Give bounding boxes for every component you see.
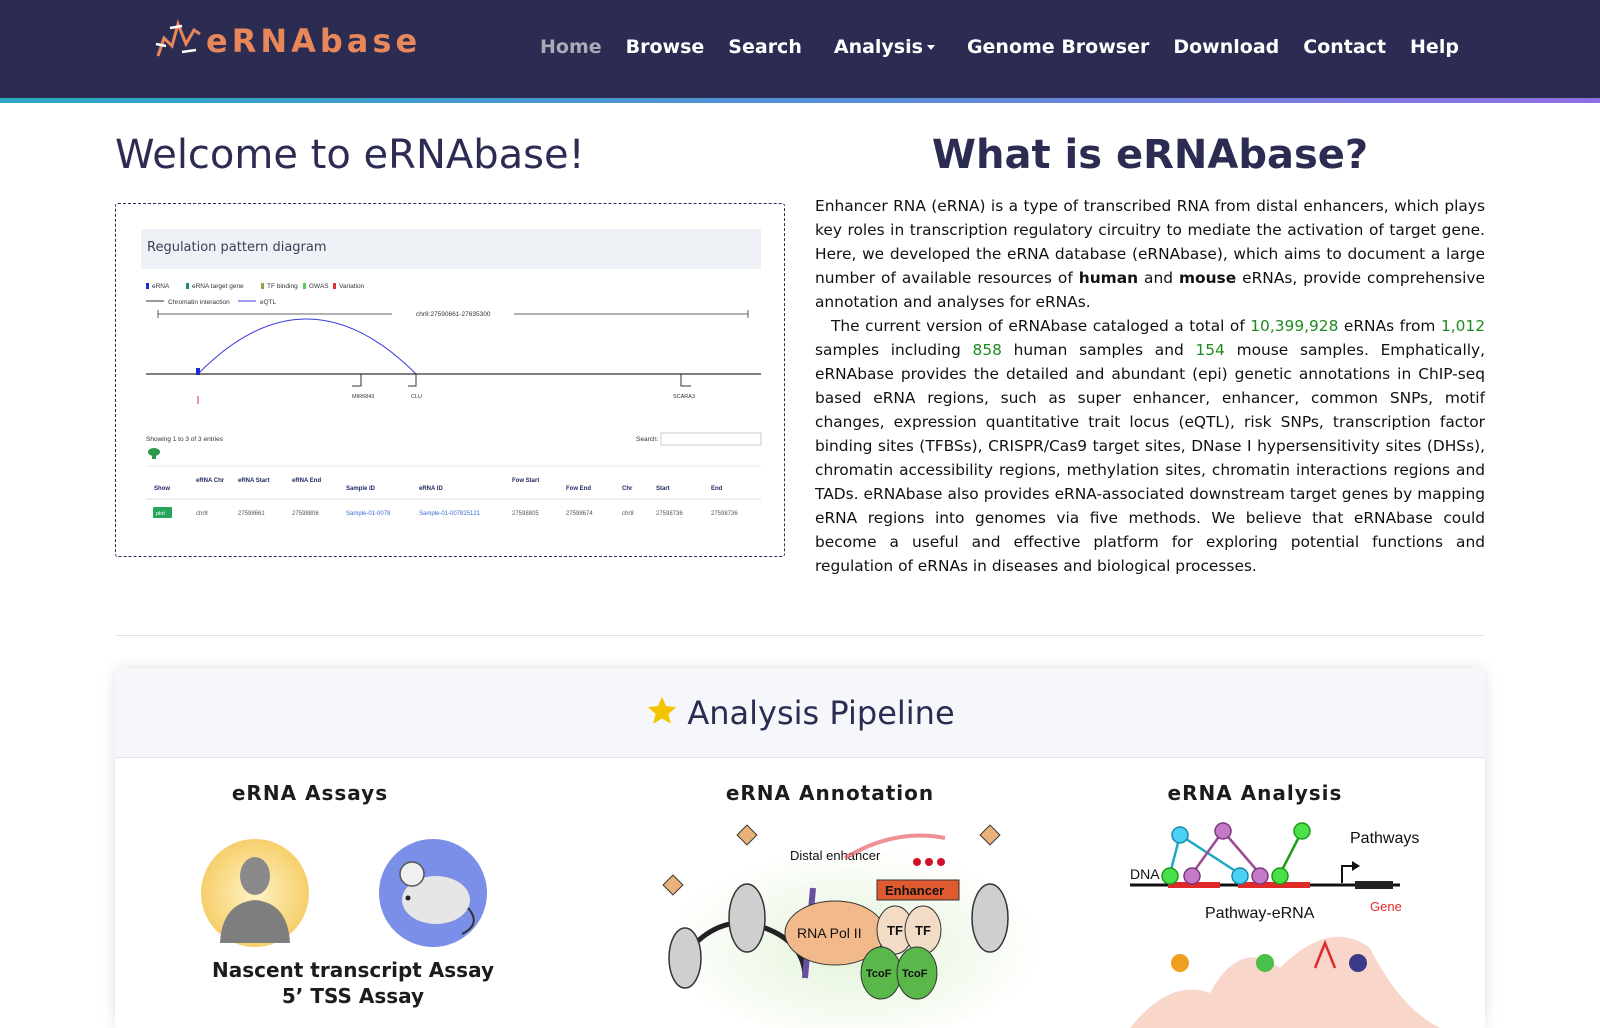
- legend-tf-binding: TF binding: [267, 283, 298, 290]
- th-erna-id: eRNA ID: [419, 486, 443, 492]
- label-gene: Gene: [1370, 899, 1402, 914]
- td-fow-end: 27598674: [566, 511, 593, 517]
- label-pathway-erna: Pathway-eRNA: [1205, 905, 1315, 922]
- star-icon: [648, 696, 677, 724]
- top-navbar: eRNAbase Home Browse Search Analysis Gen…: [0, 0, 1600, 98]
- nav-contact[interactable]: Contact: [1303, 36, 1386, 58]
- col-title-analysis: eRNA Analysis: [1167, 781, 1343, 805]
- label-tf-2: TF: [915, 923, 931, 938]
- label-pathways: Pathways: [1350, 830, 1419, 847]
- col-title-annotation: eRNA Annotation: [725, 781, 935, 805]
- showing-entries-text: Showing 1 to 3 of 3 entries: [146, 436, 224, 443]
- legend-gwas: GWAS: [309, 283, 329, 290]
- nav-search[interactable]: Search: [728, 36, 802, 58]
- label-tf-1: TF: [887, 923, 903, 938]
- total-erna-count: 10,399,928: [1250, 317, 1339, 335]
- td-erna-end: 27598806: [292, 511, 319, 517]
- human-icon: [201, 839, 309, 947]
- th-show: Show: [154, 486, 170, 492]
- th-fow-start: Fow Start: [512, 478, 539, 484]
- coord-label: chr8:27590661-27635300: [416, 311, 491, 318]
- legend-target-gene: eRNA target gene: [192, 283, 244, 290]
- pipeline-title: Analysis Pipeline: [115, 694, 1485, 732]
- what-title: What is eRNAbase?: [931, 132, 1369, 178]
- th-start: Start: [656, 486, 670, 492]
- plot-button-label: plot: [156, 511, 165, 517]
- nav-analysis-dropdown[interactable]: Analysis: [834, 36, 935, 58]
- nav-genome-browser[interactable]: Genome Browser: [967, 36, 1149, 58]
- welcome-title: Welcome to eRNAbase!: [115, 132, 585, 178]
- th-erna-start: eRNA Start: [238, 478, 269, 484]
- what-description: Enhancer RNA (eRNA) is a type of transcr…: [815, 194, 1485, 578]
- description-paragraph-2: The current version of eRNAbase cataloge…: [815, 317, 1485, 575]
- nav-browse[interactable]: Browse: [626, 36, 705, 58]
- td-erna-id: Sample-01-007825121: [419, 511, 481, 517]
- mouse-sample-count: 154: [1195, 341, 1225, 359]
- pipeline-card-header: Analysis Pipeline: [115, 668, 1485, 758]
- gene-label-scara3: SCARA3: [673, 394, 695, 400]
- nav-download[interactable]: Download: [1173, 36, 1279, 58]
- brand-name: eRNAbase: [206, 22, 422, 60]
- description-paragraph-1: Enhancer RNA (eRNA) is a type of transcr…: [815, 197, 1485, 311]
- td-end: 27598736: [711, 511, 738, 517]
- legend-chromatin: Chromatin interaction: [168, 299, 230, 306]
- nav-analysis-label: Analysis: [833, 36, 923, 58]
- analysis-pipeline-card: Analysis Pipeline eRNA Assays Nascent tr…: [115, 668, 1485, 1028]
- human-sample-count: 858: [972, 341, 1002, 359]
- brand-link[interactable]: eRNAbase: [152, 16, 421, 66]
- legend-eqtl: eQTL: [260, 299, 277, 306]
- th-fow-end: Fow End: [566, 486, 591, 492]
- col-title-assays: eRNA Assays: [231, 781, 389, 805]
- regulation-diagram-preview[interactable]: Regulation pattern diagram eRNA eRNA tar…: [115, 203, 785, 557]
- brand-logo-icon: [155, 19, 201, 57]
- th-chr: Chr: [622, 486, 633, 492]
- gene-label-clu: CLU: [411, 394, 422, 400]
- th-sample-id: Sample ID: [346, 486, 376, 492]
- mouse-icon: [379, 839, 487, 947]
- nav-home[interactable]: Home: [540, 36, 602, 58]
- regulation-diagram: eRNA eRNA target gene TF binding GWAS Va…: [146, 283, 762, 518]
- gene-label-mir6843: MIR6843: [352, 394, 374, 400]
- assay-nascent-text: Nascent transcript Assay: [211, 958, 494, 982]
- label-tcof-1: TcoF: [866, 968, 892, 980]
- td-chr: chr8: [622, 511, 634, 517]
- th-erna-chr: eRNA Chr: [196, 478, 225, 484]
- legend-erna: eRNA: [152, 283, 170, 290]
- label-tcof-2: TcoF: [902, 968, 928, 980]
- cloud-download-icon: [148, 448, 160, 459]
- section-divider: [115, 635, 1485, 636]
- label-enhancer: Enhancer: [885, 883, 944, 898]
- td-start: 27598736: [656, 511, 683, 517]
- legend-variation: Variation: [339, 283, 365, 290]
- table-search-input: [660, 432, 762, 446]
- navbar-accent-bar: [0, 98, 1600, 103]
- analysis-figure: DNA Pathways Pathway-eRNA Gene: [1130, 822, 1440, 1028]
- sample-count: 1,012: [1440, 317, 1485, 335]
- label-rna-pol-ii: RNA Pol II: [797, 925, 862, 941]
- annotation-figure: Distal enhancer Enhancer RNA Pol II TF T…: [662, 824, 1045, 1028]
- th-erna-end: eRNA End: [292, 478, 321, 484]
- assay-tss-text: 5’ TSS Assay: [281, 984, 425, 1008]
- td-erna-chr: chr8: [196, 511, 208, 517]
- main-nav: Home Browse Search Analysis Genome Brows…: [540, 36, 1483, 58]
- td-sample-id: Sample-01-0078: [346, 511, 391, 517]
- td-erna-start: 27598661: [238, 511, 265, 517]
- th-end: End: [711, 486, 723, 492]
- label-distal-enhancer: Distal enhancer: [790, 848, 881, 863]
- caret-down-icon: [926, 45, 935, 50]
- td-fow-start: 27598805: [512, 511, 539, 517]
- search-label: Search:: [636, 436, 659, 443]
- nav-help[interactable]: Help: [1410, 36, 1459, 58]
- label-dna: DNA: [1130, 866, 1160, 882]
